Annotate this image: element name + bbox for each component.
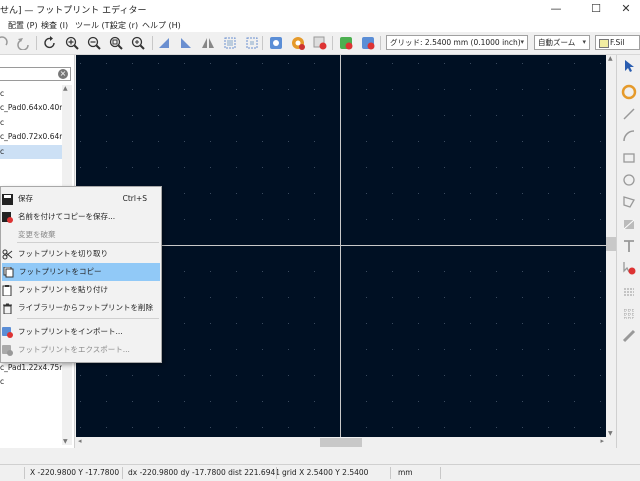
rectangle-icon[interactable] [620,149,638,167]
context-menu-item[interactable]: 名前を付けてコピーを保存... [1,208,159,226]
line-icon[interactable] [620,105,638,123]
delta-coordinates: dx -220.9800 dy -17.7800 dist 221.6941 [128,468,281,477]
zoom-redraw-icon[interactable] [42,35,58,51]
rotate-ccw-icon[interactable] [156,35,172,51]
context-menu-item[interactable]: フットプリントを切り取り [1,245,159,263]
load-from-board-icon[interactable] [338,35,354,51]
scroll-thumb[interactable] [320,438,362,447]
canvas-vertical-scrollbar[interactable]: ▲ ▼ [606,55,616,437]
polygon-icon[interactable] [620,193,638,211]
rotate-cw-icon[interactable] [178,35,194,51]
minimize-button[interactable]: — [536,0,576,18]
grid-select-value: グリッド: 2.5400 mm (0.1000 inch) [390,38,521,47]
context-menu-item[interactable]: フットプリントをコピー [2,263,160,281]
scroll-thumb[interactable] [606,237,616,251]
context-menu-item-label: フットプリントを貼り付け [18,285,108,294]
library-tree-item[interactable]: c [0,116,62,130]
delete-tool-icon[interactable] [620,259,638,277]
copy-icon [2,266,14,278]
menu-help[interactable]: ヘルプ (H) [142,20,181,31]
ungroup-icon[interactable] [244,35,260,51]
window-title: せん] — フットプリント エディター [0,6,147,16]
arc-icon[interactable] [620,127,638,145]
zoom-fit-icon[interactable] [108,35,124,51]
chevron-down-icon: ▾ [520,38,524,46]
context-menu-item[interactable]: 保存 Ctrl+S [1,190,159,208]
measure-icon[interactable] [620,327,638,345]
context-menu-item-label: フットプリントをエクスポート... [18,345,130,354]
context-menu-item-label: フットプリントをインポート... [18,327,123,336]
zoom-select[interactable]: 自動ズーム ▾ [534,35,590,50]
library-search-input[interactable]: × [0,67,71,81]
menu-place[interactable]: 配置 (P) [8,20,38,31]
title-bar: せん] — フットプリント エディター — ☐ ✕ [0,0,640,18]
layer-select-value: F.Sil [610,38,625,47]
cut-icon [1,248,13,260]
zone-icon[interactable] [620,215,638,233]
context-menu: 保存 Ctrl+S 名前を付けてコピーを保存... 変更を破棄 フットプリントを切り取り… [0,186,162,363]
text-icon[interactable] [620,237,638,255]
context-menu-item-label: 名前を付けてコピーを保存... [18,212,116,221]
library-tree-item[interactable]: c_Pad0.64x0.40mm [0,101,62,115]
grid-origin-icon[interactable] [620,305,638,323]
check-footprint-icon[interactable] [312,35,328,51]
context-menu-item[interactable]: フットプリントを貼り付け [1,281,159,299]
context-menu-item: フットプリントをエクスポート... [1,341,159,359]
library-tree-item[interactable] [0,159,62,173]
context-menu-item[interactable]: フットプリントをインポート... [1,323,159,341]
context-menu-shortcut: Ctrl+S [122,194,147,203]
save-copy-icon [1,211,13,223]
context-menu-item-label: フットプリントをコピー [19,267,102,276]
layer-select[interactable]: F.Sil [595,35,640,50]
insert-to-board-icon[interactable] [360,35,376,51]
delete-icon [1,302,13,314]
units-label: mm [398,468,413,477]
library-tree-item[interactable]: c_Pad0.72x0.64mm [0,130,62,144]
select-arrow-icon[interactable] [620,57,638,75]
status-bar: X -220.9800 Y -17.7800 dx -220.9800 dy -… [0,464,640,481]
menu-inspect[interactable]: 検査 (I) [41,20,68,31]
menu-preferences[interactable]: 設定 (r) [110,20,138,31]
menu-bar: 配置 (P) 検査 (I) ツール (T) 設定 (r) ヘルプ (H) [0,18,640,32]
context-menu-item-label: ライブラリーからフットプリントを削除 [18,303,153,312]
layer-color-swatch [599,39,609,48]
zoom-select-value: 自動ズーム [538,38,576,47]
mirror-icon[interactable] [200,35,216,51]
canvas-horizontal-scrollbar[interactable]: ◂ ▸ [76,437,616,448]
circle-icon[interactable] [620,171,638,189]
grid-size: grid X 2.5400 Y 2.5400 [282,468,369,477]
menu-tools[interactable]: ツール (T) [75,20,113,31]
context-menu-item-label: 保存 [18,194,33,203]
pad-settings-icon[interactable] [290,35,306,51]
close-button[interactable]: ✕ [606,0,640,18]
redo-icon[interactable] [0,35,10,51]
export-icon [1,344,13,356]
anchor-icon[interactable] [620,283,638,301]
library-tree-item[interactable]: c [0,87,62,101]
import-icon [1,326,13,338]
context-menu-item[interactable]: ライブラリーからフットプリントを削除 [1,299,159,317]
context-menu-item-label: フットプリントを切り取り [18,249,108,258]
library-tree-item[interactable]: c [0,375,62,389]
library-tree-item[interactable]: c [0,144,62,159]
cursor-coordinates: X -220.9800 Y -17.7800 [30,468,120,477]
drawing-toolbar [616,55,640,448]
save-icon [1,193,13,205]
paste-icon [1,284,13,296]
grid-select[interactable]: グリッド: 2.5400 mm (0.1000 inch) ▾ [386,35,528,50]
undo-icon[interactable] [16,35,32,51]
main-toolbar: グリッド: 2.5400 mm (0.1000 inch) ▾ 自動ズーム ▾ … [0,32,640,55]
chevron-down-icon: ▾ [582,38,586,46]
zoom-in-icon[interactable] [64,35,80,51]
zoom-selection-icon[interactable] [130,35,146,51]
group-icon[interactable] [222,35,238,51]
zoom-out-icon[interactable] [86,35,102,51]
clear-search-icon[interactable]: × [58,69,68,79]
pad-icon[interactable] [620,83,638,101]
footprint-properties-icon[interactable] [268,35,284,51]
